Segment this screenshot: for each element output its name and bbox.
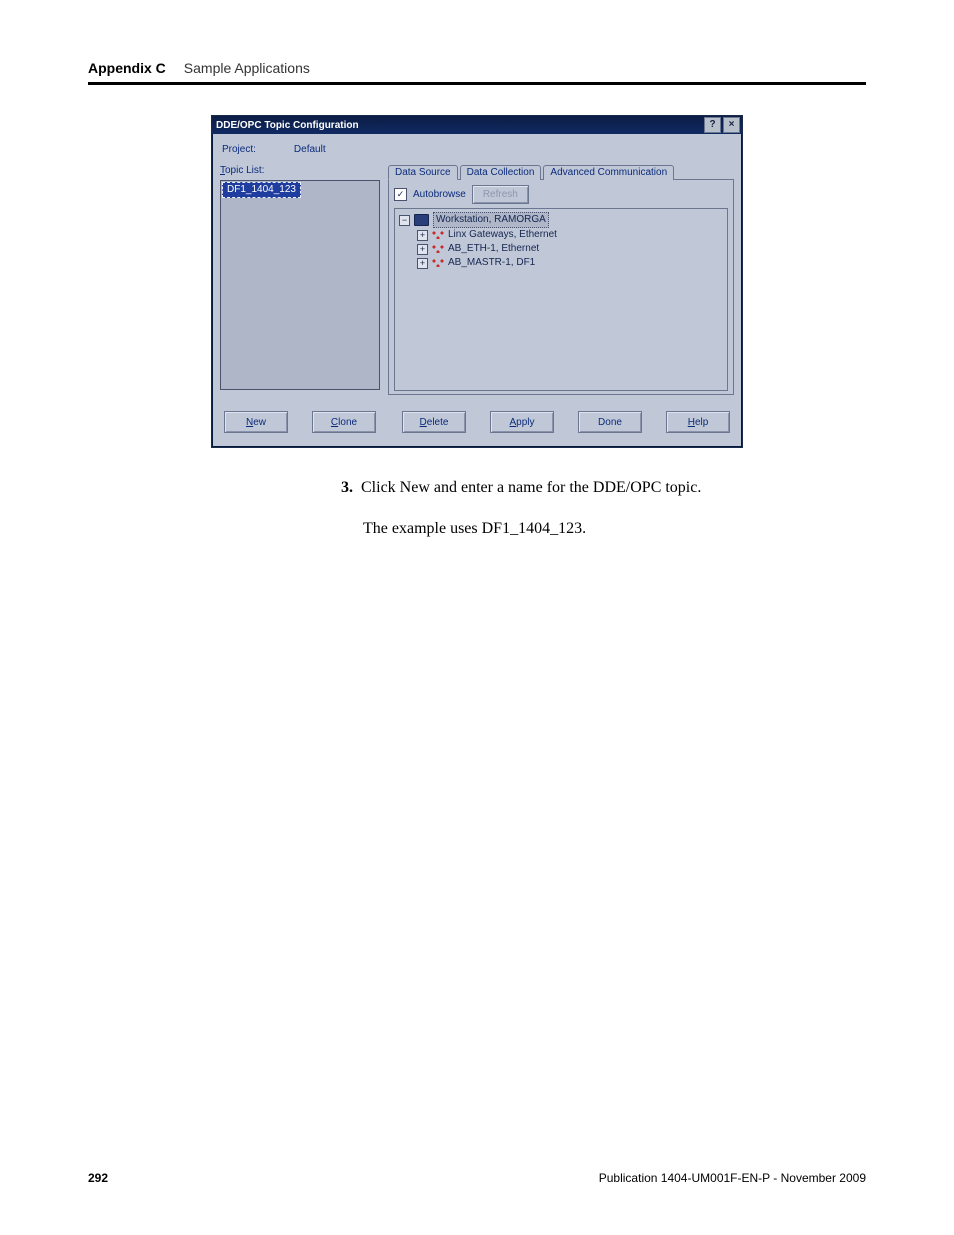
tabstrip: Data Source Data Collection Advanced Com… [388, 165, 734, 180]
step-text: Click New and enter a name for the DDE/O… [361, 476, 701, 499]
appendix-label: Appendix C [88, 60, 166, 76]
tree-node-label: AB_ETH-1, Ethernet [448, 242, 539, 256]
step-3: 3. Click New and enter a name for the DD… [335, 476, 806, 499]
tree-node-label: Linx Gateways, Ethernet [448, 228, 557, 242]
collapse-icon[interactable]: − [399, 215, 410, 226]
step-number: 3. [335, 476, 353, 499]
refresh-button[interactable]: Refresh [472, 185, 529, 204]
tree-root[interactable]: − Workstation, RAMORGA [399, 212, 723, 228]
tab-data-collection[interactable]: Data Collection [460, 165, 542, 180]
tree-node-label: AB_MASTR-1, DF1 [448, 256, 535, 270]
example-text: The example uses DF1_1404_123. [363, 517, 806, 540]
help-button[interactable]: Help [666, 411, 730, 433]
titlebar-help-button[interactable]: ? [704, 117, 721, 133]
tree-node-linx[interactable]: + Linx Gateways, Ethernet [399, 228, 723, 242]
page-number: 292 [88, 1171, 108, 1185]
new-button[interactable]: New [224, 411, 288, 433]
titlebar: DDE/OPC Topic Configuration ? × [212, 116, 742, 134]
done-button[interactable]: Done [578, 411, 642, 433]
topic-item-selected[interactable]: DF1_1404_123 [222, 182, 301, 198]
tab-data-source[interactable]: Data Source [388, 165, 458, 180]
autobrowse-checkbox[interactable]: ✓ [394, 188, 407, 201]
network-icon [432, 245, 444, 253]
topic-list[interactable]: DF1_1404_123 [220, 180, 380, 390]
autobrowse-label: Autobrowse [413, 189, 466, 200]
topic-list-label: Topic List: [220, 165, 380, 176]
titlebar-close-button[interactable]: × [723, 117, 740, 133]
apply-button[interactable]: Apply [490, 411, 554, 433]
delete-button[interactable]: Delete [402, 411, 466, 433]
tab-advanced-communication[interactable]: Advanced Communication [543, 165, 674, 180]
tree-root-label: Workstation, RAMORGA [433, 212, 549, 228]
header-rule [88, 82, 866, 85]
workstation-icon [414, 214, 429, 226]
dialog-title: DDE/OPC Topic Configuration [216, 120, 702, 131]
project-label: Project: [222, 144, 256, 155]
tree-node-ab-eth[interactable]: + AB_ETH-1, Ethernet [399, 242, 723, 256]
network-icon [432, 259, 444, 267]
page-footer: 292 Publication 1404-UM001F-EN-P - Novem… [88, 1171, 866, 1185]
dde-opc-dialog: DDE/OPC Topic Configuration ? × Project:… [211, 115, 743, 448]
expand-icon[interactable]: + [417, 258, 428, 269]
expand-icon[interactable]: + [417, 230, 428, 241]
network-icon [432, 231, 444, 239]
clone-button[interactable]: Clone [312, 411, 376, 433]
tree-node-ab-mastr[interactable]: + AB_MASTR-1, DF1 [399, 256, 723, 270]
project-value: Default [294, 144, 326, 155]
device-tree[interactable]: − Workstation, RAMORGA + Linx Gateways, … [394, 208, 728, 391]
publication-info: Publication 1404-UM001F-EN-P - November … [599, 1171, 866, 1185]
tab-pane-data-source: ✓ Autobrowse Refresh − Workstation, RAMO… [388, 179, 734, 395]
expand-icon[interactable]: + [417, 244, 428, 255]
section-title: Sample Applications [184, 60, 310, 76]
